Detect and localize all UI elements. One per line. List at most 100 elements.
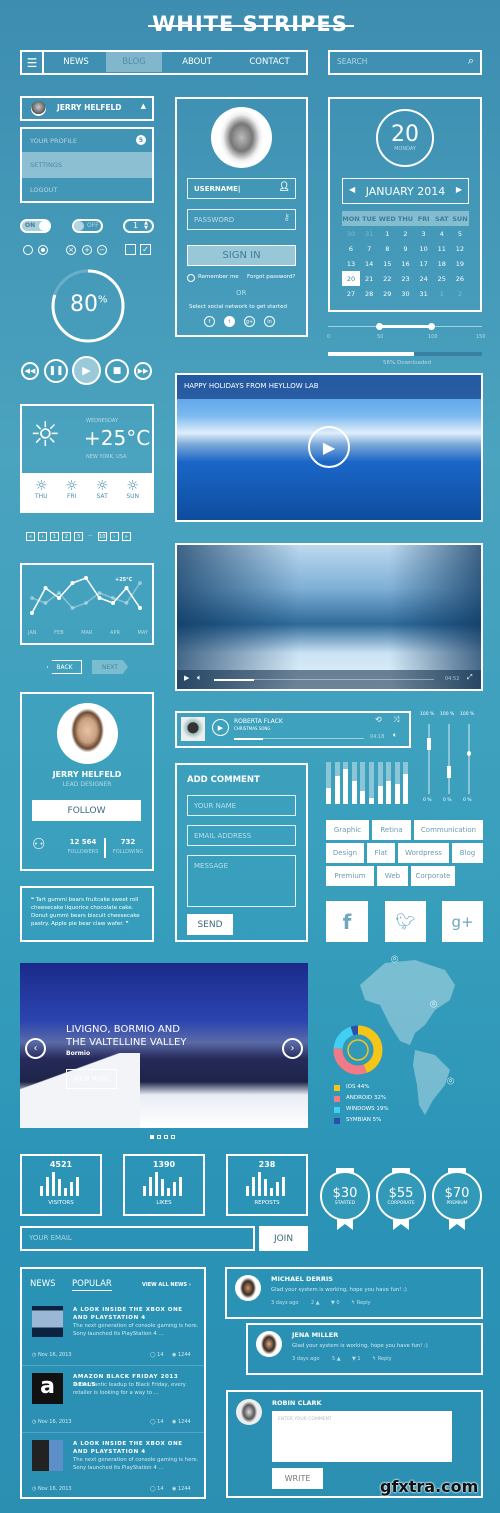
volume-icon[interactable]: 🔈︎ — [197, 673, 202, 683]
page-button[interactable]: 10 — [97, 532, 107, 541]
password-field[interactable]: PASSWORD ⚷ — [187, 209, 296, 230]
play-icon[interactable]: ▶ — [308, 426, 350, 468]
calendar-day[interactable]: 17 — [415, 256, 433, 271]
volume-slider-track[interactable] — [448, 724, 450, 794]
equalizer-bar[interactable] — [403, 762, 409, 804]
twitter-icon[interactable]: t — [224, 316, 235, 327]
calendar-day[interactable]: 26 — [451, 271, 469, 286]
number-stepper[interactable]: 1 ▲ ▼ — [123, 219, 154, 233]
next-slide-button[interactable]: › — [282, 1038, 303, 1059]
calendar-day[interactable]: 29 — [378, 286, 396, 301]
calendar-day[interactable]: 2 — [451, 286, 469, 301]
back-button[interactable]: BACK — [47, 660, 82, 674]
tag[interactable]: Web — [377, 866, 408, 886]
price-badge-started[interactable]: $30 STARTED — [320, 1171, 370, 1221]
price-badge-corporate[interactable]: $55 CORPORATE — [376, 1171, 426, 1221]
tag[interactable]: Corporate — [411, 866, 455, 886]
page-button[interactable]: › — [109, 532, 119, 541]
sign-in-button[interactable]: SIGN IN — [187, 245, 296, 266]
calendar-day[interactable]: 16 — [396, 256, 414, 271]
news-item[interactable]: a AMAZON BLACK FRIDAY 2013 DEALS In the fr… — [22, 1366, 204, 1433]
calendar-day[interactable]: 23 — [396, 271, 414, 286]
equalizer-bar[interactable] — [368, 762, 374, 804]
google-plus-button[interactable]: g+ — [442, 901, 483, 942]
downvote-button[interactable]: ▼ 0 — [331, 1300, 340, 1306]
calendar-day[interactable]: 9 — [396, 241, 414, 256]
volume-slider-handle[interactable] — [427, 738, 431, 750]
upvote-button[interactable]: 5 ▲ — [332, 1356, 341, 1362]
news-item[interactable]: A LOOK INSIDE THE XBOX ONE AND PLAYSTATI… — [22, 1433, 204, 1500]
username-field[interactable]: USERNAME | 👤︎ — [187, 178, 296, 199]
tab-news[interactable]: NEWS — [30, 1279, 56, 1289]
close-circle-icon[interactable]: × — [66, 245, 76, 255]
price-badge-premium[interactable]: $70 PREMIUM — [432, 1171, 482, 1221]
slider-dot[interactable] — [164, 1135, 168, 1139]
checkbox-checked[interactable]: ✓ — [140, 244, 151, 255]
plus-circle-icon[interactable]: + — [82, 245, 92, 255]
toggle-off[interactable]: OFF — [72, 219, 103, 233]
nav-blog[interactable]: BLOG — [106, 52, 162, 72]
email-input[interactable]: YOUR EMAIL — [20, 1226, 255, 1251]
tag[interactable]: Flat — [367, 843, 395, 863]
follow-button[interactable]: FOLLOW — [32, 800, 141, 821]
tag[interactable]: Retina — [372, 820, 411, 840]
equalizer-bar[interactable] — [334, 762, 340, 804]
play-button[interactable]: ▶ — [212, 719, 229, 736]
slider-dot[interactable] — [150, 1135, 154, 1139]
calendar-day[interactable]: 15 — [378, 256, 396, 271]
page-button[interactable]: 3 — [74, 532, 83, 541]
calendar-day[interactable]: 11 — [433, 241, 451, 256]
video-player-1[interactable]: HAPPY HOLIDAYS FROM HEYLLOW LAB ▶ — [175, 373, 483, 522]
equalizer-bar[interactable] — [360, 762, 366, 804]
volume-slider-handle[interactable] — [467, 750, 471, 756]
page-button[interactable]: » — [121, 532, 131, 541]
minus-circle-icon[interactable]: − — [97, 245, 107, 255]
linkedin-icon[interactable]: in — [264, 316, 275, 327]
forgot-password-link[interactable]: Forgot password? — [247, 274, 295, 280]
calendar-day[interactable]: 2 — [396, 226, 414, 241]
menu-item-profile[interactable]: YOUR PROFILE 5 — [22, 129, 152, 152]
google-plus-icon[interactable]: g+ — [244, 316, 255, 327]
pause-button[interactable]: ❚❚ — [44, 359, 68, 383]
equalizer-bar[interactable] — [343, 762, 349, 804]
calendar-day[interactable]: 8 — [378, 241, 396, 256]
tag[interactable]: Premium — [326, 866, 374, 886]
volume-slider-handle[interactable] — [447, 766, 451, 778]
search-icon[interactable]: ⌕ — [468, 54, 474, 68]
volume-slider-track[interactable] — [428, 724, 430, 794]
fullscreen-icon[interactable]: ⤢ — [467, 673, 473, 682]
map-pin-icon[interactable]: ⌾ — [447, 1074, 454, 1089]
radio-checked[interactable] — [38, 245, 48, 255]
view-all-news-link[interactable]: VIEW ALL NEWS › — [142, 1282, 191, 1288]
nav-contact[interactable]: CONTACT — [232, 52, 307, 72]
seek-bar[interactable] — [214, 679, 434, 681]
calendar-day[interactable]: 27 — [342, 286, 360, 301]
page-button[interactable]: 1 — [50, 532, 59, 541]
tag[interactable]: Graphic — [326, 820, 369, 840]
rewind-button[interactable]: ◀◀ — [21, 362, 39, 380]
fast-forward-button[interactable]: ▶▶ — [134, 362, 152, 380]
next-button[interactable]: NEXT — [92, 660, 128, 674]
view-more-button[interactable]: VIEW MORE — [66, 1069, 117, 1089]
calendar-day[interactable]: 21 — [360, 271, 378, 286]
video-player-2[interactable]: ▶ 🔈︎ 04:52 ⤢ — [175, 543, 483, 691]
calendar-day[interactable]: 13 — [342, 256, 360, 271]
tag[interactable]: Communication — [414, 820, 483, 840]
range-slider-handle-high[interactable] — [427, 323, 435, 330]
prev-month-icon[interactable]: ◀ — [349, 185, 355, 194]
news-title[interactable]: A LOOK INSIDE THE XBOX ONE AND PLAYSTATI… — [73, 1440, 199, 1456]
equalizer-bar[interactable] — [394, 762, 400, 804]
nav-news[interactable]: NEWS — [46, 52, 106, 72]
checkbox-unchecked[interactable] — [125, 244, 136, 255]
calendar-day[interactable]: 19 — [451, 256, 469, 271]
tag[interactable]: Wordpress — [398, 843, 449, 863]
volume-slider-track[interactable] — [468, 724, 470, 794]
calendar-day[interactable]: 7 — [360, 241, 378, 256]
news-item[interactable]: A LOOK INSIDE THE XBOX ONE AND PLAYSTATI… — [22, 1299, 204, 1366]
page-button[interactable]: ‹ — [38, 532, 47, 541]
volume-icon[interactable]: 🔈︎ — [393, 731, 397, 740]
stepper-arrows-icon[interactable]: ▲ ▼ — [144, 221, 148, 231]
calendar-day[interactable]: 1 — [378, 226, 396, 241]
reply-link[interactable]: ↰ Reply — [351, 1300, 371, 1306]
map-pin-icon[interactable]: ⌾ — [430, 997, 437, 1012]
